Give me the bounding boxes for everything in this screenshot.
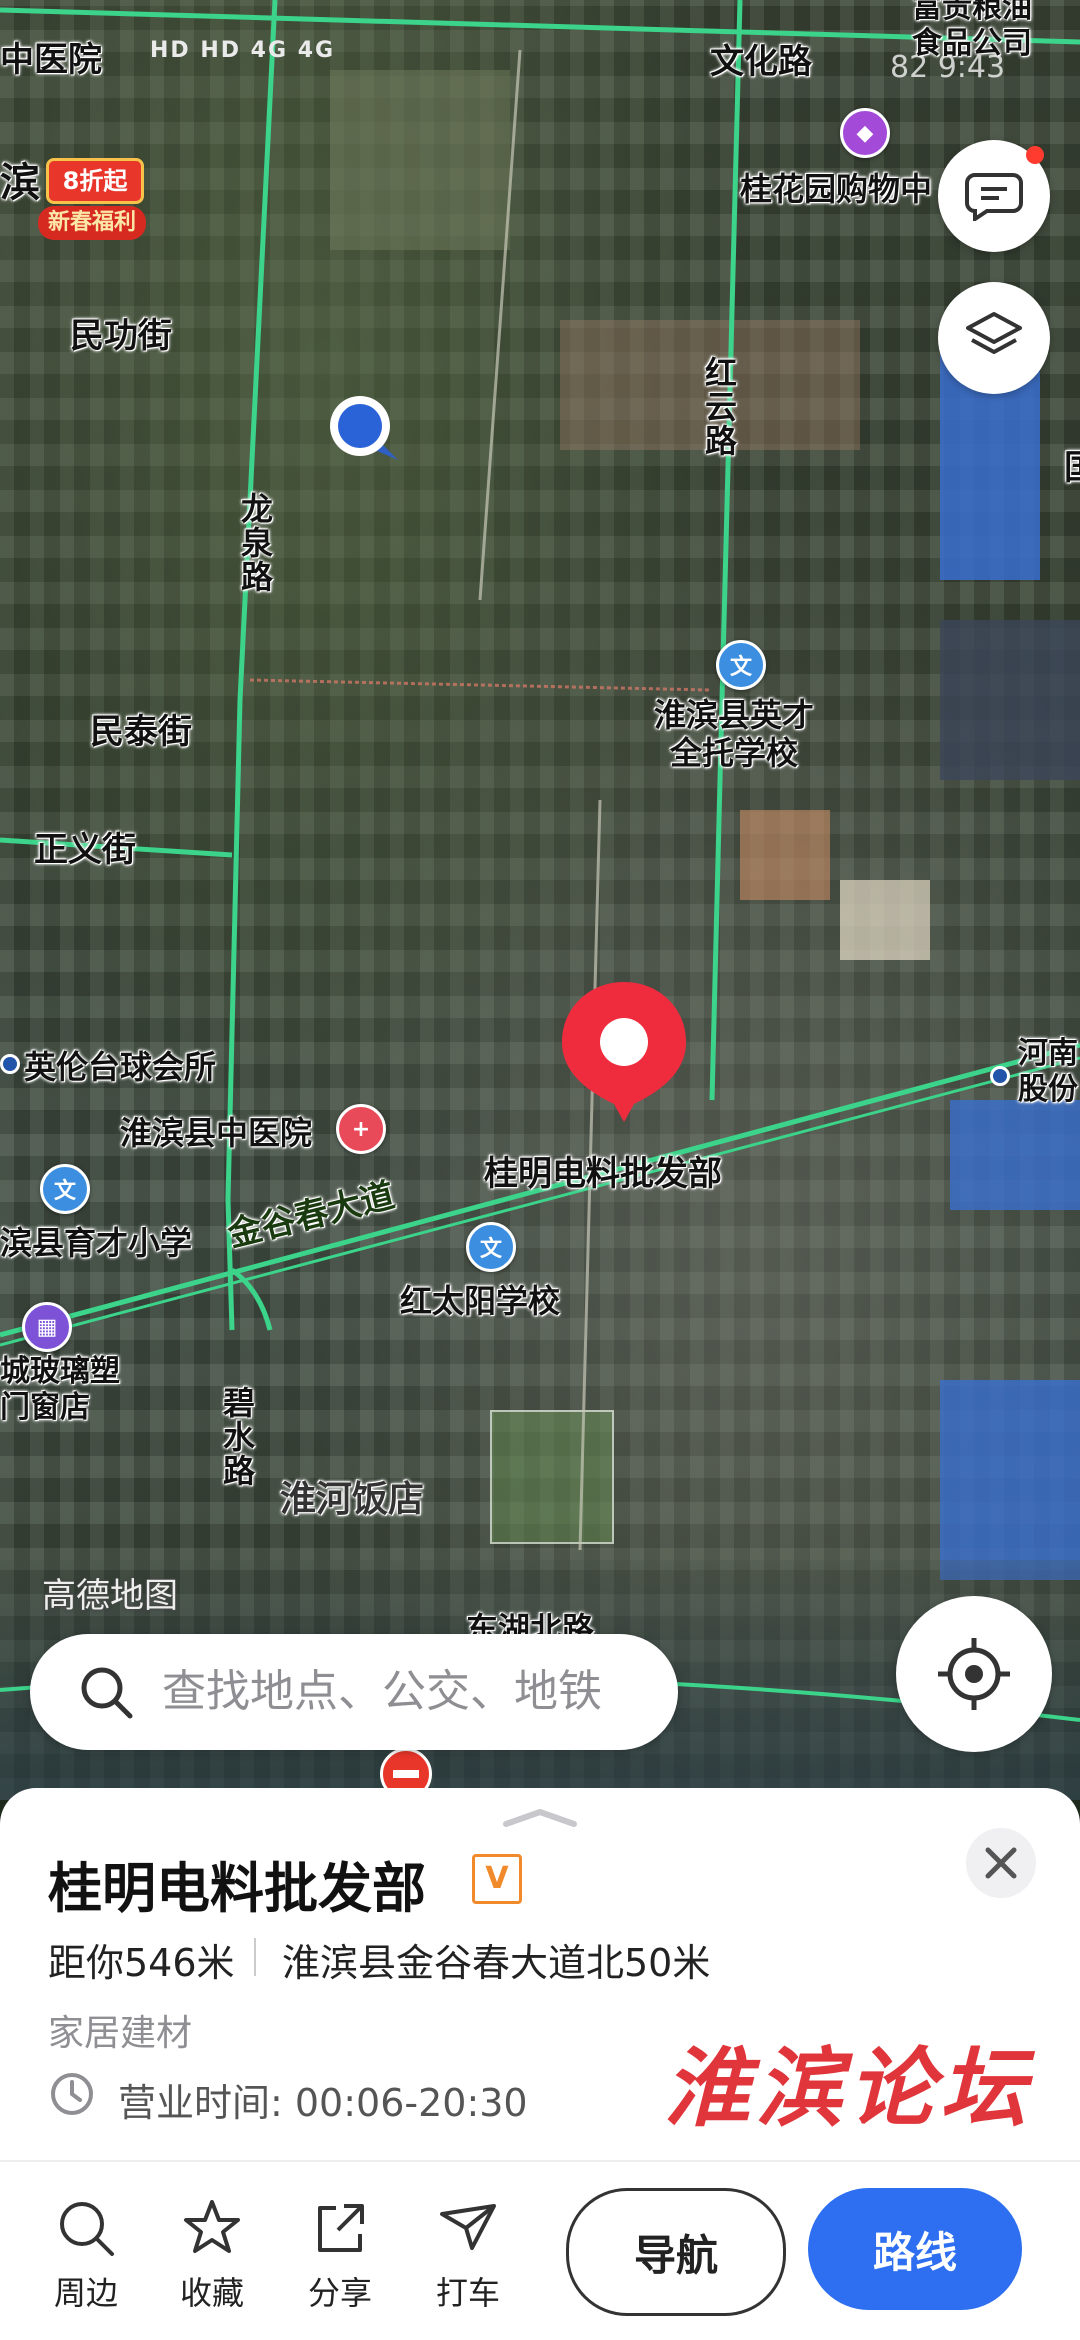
label-food-company[interactable]: 富贵粮油 食品公司 — [912, 0, 1032, 62]
label-guiming-map[interactable]: 桂明电料批发部 — [484, 1146, 722, 1195]
place-name: 桂明电料批发部 — [48, 1857, 426, 1920]
shop-icon[interactable]: ▦ — [22, 1302, 72, 1352]
label-bishui-road[interactable]: 碧水路 — [214, 1386, 260, 1488]
label-henan[interactable]: 河南 股份 — [1018, 1036, 1078, 1108]
share-label: 分享 — [307, 2274, 372, 2312]
search-icon — [60, 2202, 114, 2256]
clock-icon — [51, 2073, 93, 2115]
school-icon[interactable]: 文 — [40, 1164, 90, 1214]
label-yingcai-school[interactable]: 淮滨县英才 全托学校 — [654, 696, 814, 772]
map-view[interactable]: 8折起 新春福利 HD HD 4G 4G 82 9:43 中医院 文化路 富贵粮… — [0, 0, 1080, 1800]
layers-icon — [966, 312, 1022, 354]
opening-hours: 营业时间: 00:06-20:30 — [118, 2081, 528, 2125]
nearby-label: 周边 — [53, 2274, 118, 2312]
label-zhengyi-street[interactable]: 正义街 — [34, 822, 136, 871]
taxi-send-icon — [440, 2204, 496, 2250]
label-hongyun-road[interactable]: 红云路 — [696, 356, 742, 458]
star-icon — [184, 2200, 240, 2253]
share-icon — [318, 2204, 364, 2252]
locate-me-button[interactable] — [896, 1596, 1052, 1752]
place-distance: 距你546米 — [48, 1941, 235, 1985]
poi-dot[interactable] — [990, 1066, 1010, 1086]
school-icon[interactable]: 文 — [466, 1222, 516, 1272]
search-bar[interactable]: 查找地点、公交、地铁 — [30, 1634, 678, 1750]
road-network — [0, 0, 1080, 1722]
close-icon — [985, 1847, 1017, 1879]
chat-icon — [965, 173, 1023, 221]
current-location-icon[interactable] — [320, 386, 400, 466]
promo-badge-bottom: 新春福利 — [38, 206, 146, 240]
selected-place-pin-icon[interactable] — [554, 976, 694, 1126]
route-button[interactable]: 路线 — [808, 2188, 1022, 2310]
taxi-button[interactable]: 打车 — [418, 2198, 518, 2314]
message-button[interactable] — [938, 140, 1050, 252]
layers-button[interactable] — [938, 282, 1050, 394]
verified-badge: V — [472, 1854, 522, 1904]
navigate-button[interactable]: 导航 — [566, 2188, 786, 2316]
label-huaihe-hotel[interactable]: 淮河饭店 — [280, 1470, 424, 1522]
status-bar-left: HD HD 4G 4G — [150, 38, 336, 63]
label-binxian-top: 滨 — [0, 160, 40, 206]
label-glass-store[interactable]: 城玻璃塑 门窗店 — [0, 1354, 120, 1426]
label-hongtaiyang-school[interactable]: 红太阳学校 — [400, 1276, 560, 1322]
label-mintai-street[interactable]: 民泰街 — [90, 704, 192, 753]
poi-dot[interactable] — [0, 1054, 20, 1074]
search-input[interactable]: 查找地点、公交、地铁 — [162, 1634, 602, 1750]
favorite-button[interactable]: 收藏 — [162, 2198, 262, 2314]
label-minggong-street[interactable]: 民功街 — [70, 308, 172, 357]
label-yinglun-billiards[interactable]: 英伦台球会所 — [24, 1042, 216, 1088]
label-yucai-school[interactable]: 滨县育才小学 — [0, 1218, 192, 1264]
sheet-divider — [0, 2160, 1080, 2162]
favorite-label: 收藏 — [179, 2274, 244, 2312]
taxi-label: 打车 — [435, 2274, 500, 2312]
label-hospital-top[interactable]: 中医院 — [0, 32, 102, 81]
share-button[interactable]: 分享 — [290, 2198, 390, 2314]
close-card-button[interactable] — [966, 1828, 1036, 1898]
promo-badge[interactable]: 8折起 新春福利 — [38, 150, 146, 246]
nearby-button[interactable]: 周边 — [36, 2198, 136, 2314]
mall-icon[interactable]: ◆ — [840, 108, 890, 158]
label-right-edge: 国 — [1064, 440, 1080, 489]
locate-target-icon — [938, 1638, 1010, 1710]
label-guihua-mall[interactable]: 桂花园购物中 — [740, 164, 932, 210]
info-divider — [254, 1938, 256, 1976]
hospital-icon[interactable]: + — [336, 1104, 386, 1154]
label-hospital[interactable]: 淮滨县中医院 — [120, 1108, 312, 1154]
place-address[interactable]: 淮滨县金谷春大道北50米 — [282, 1932, 710, 1987]
sheet-handle-icon[interactable] — [500, 1806, 580, 1830]
search-icon — [81, 1667, 133, 1719]
label-wenhua-road[interactable]: 文化路 — [710, 34, 812, 83]
label-longquan-road[interactable]: 龙泉路 — [232, 492, 278, 594]
promo-badge-top: 8折起 — [46, 158, 144, 204]
place-category: 家居建材 — [48, 2013, 193, 2054]
notification-dot — [1026, 146, 1044, 164]
map-watermark: 高德地图 — [42, 1576, 178, 1616]
school-icon[interactable]: 文 — [716, 640, 766, 690]
forum-watermark: 淮滨论坛 — [664, 2038, 1032, 2139]
